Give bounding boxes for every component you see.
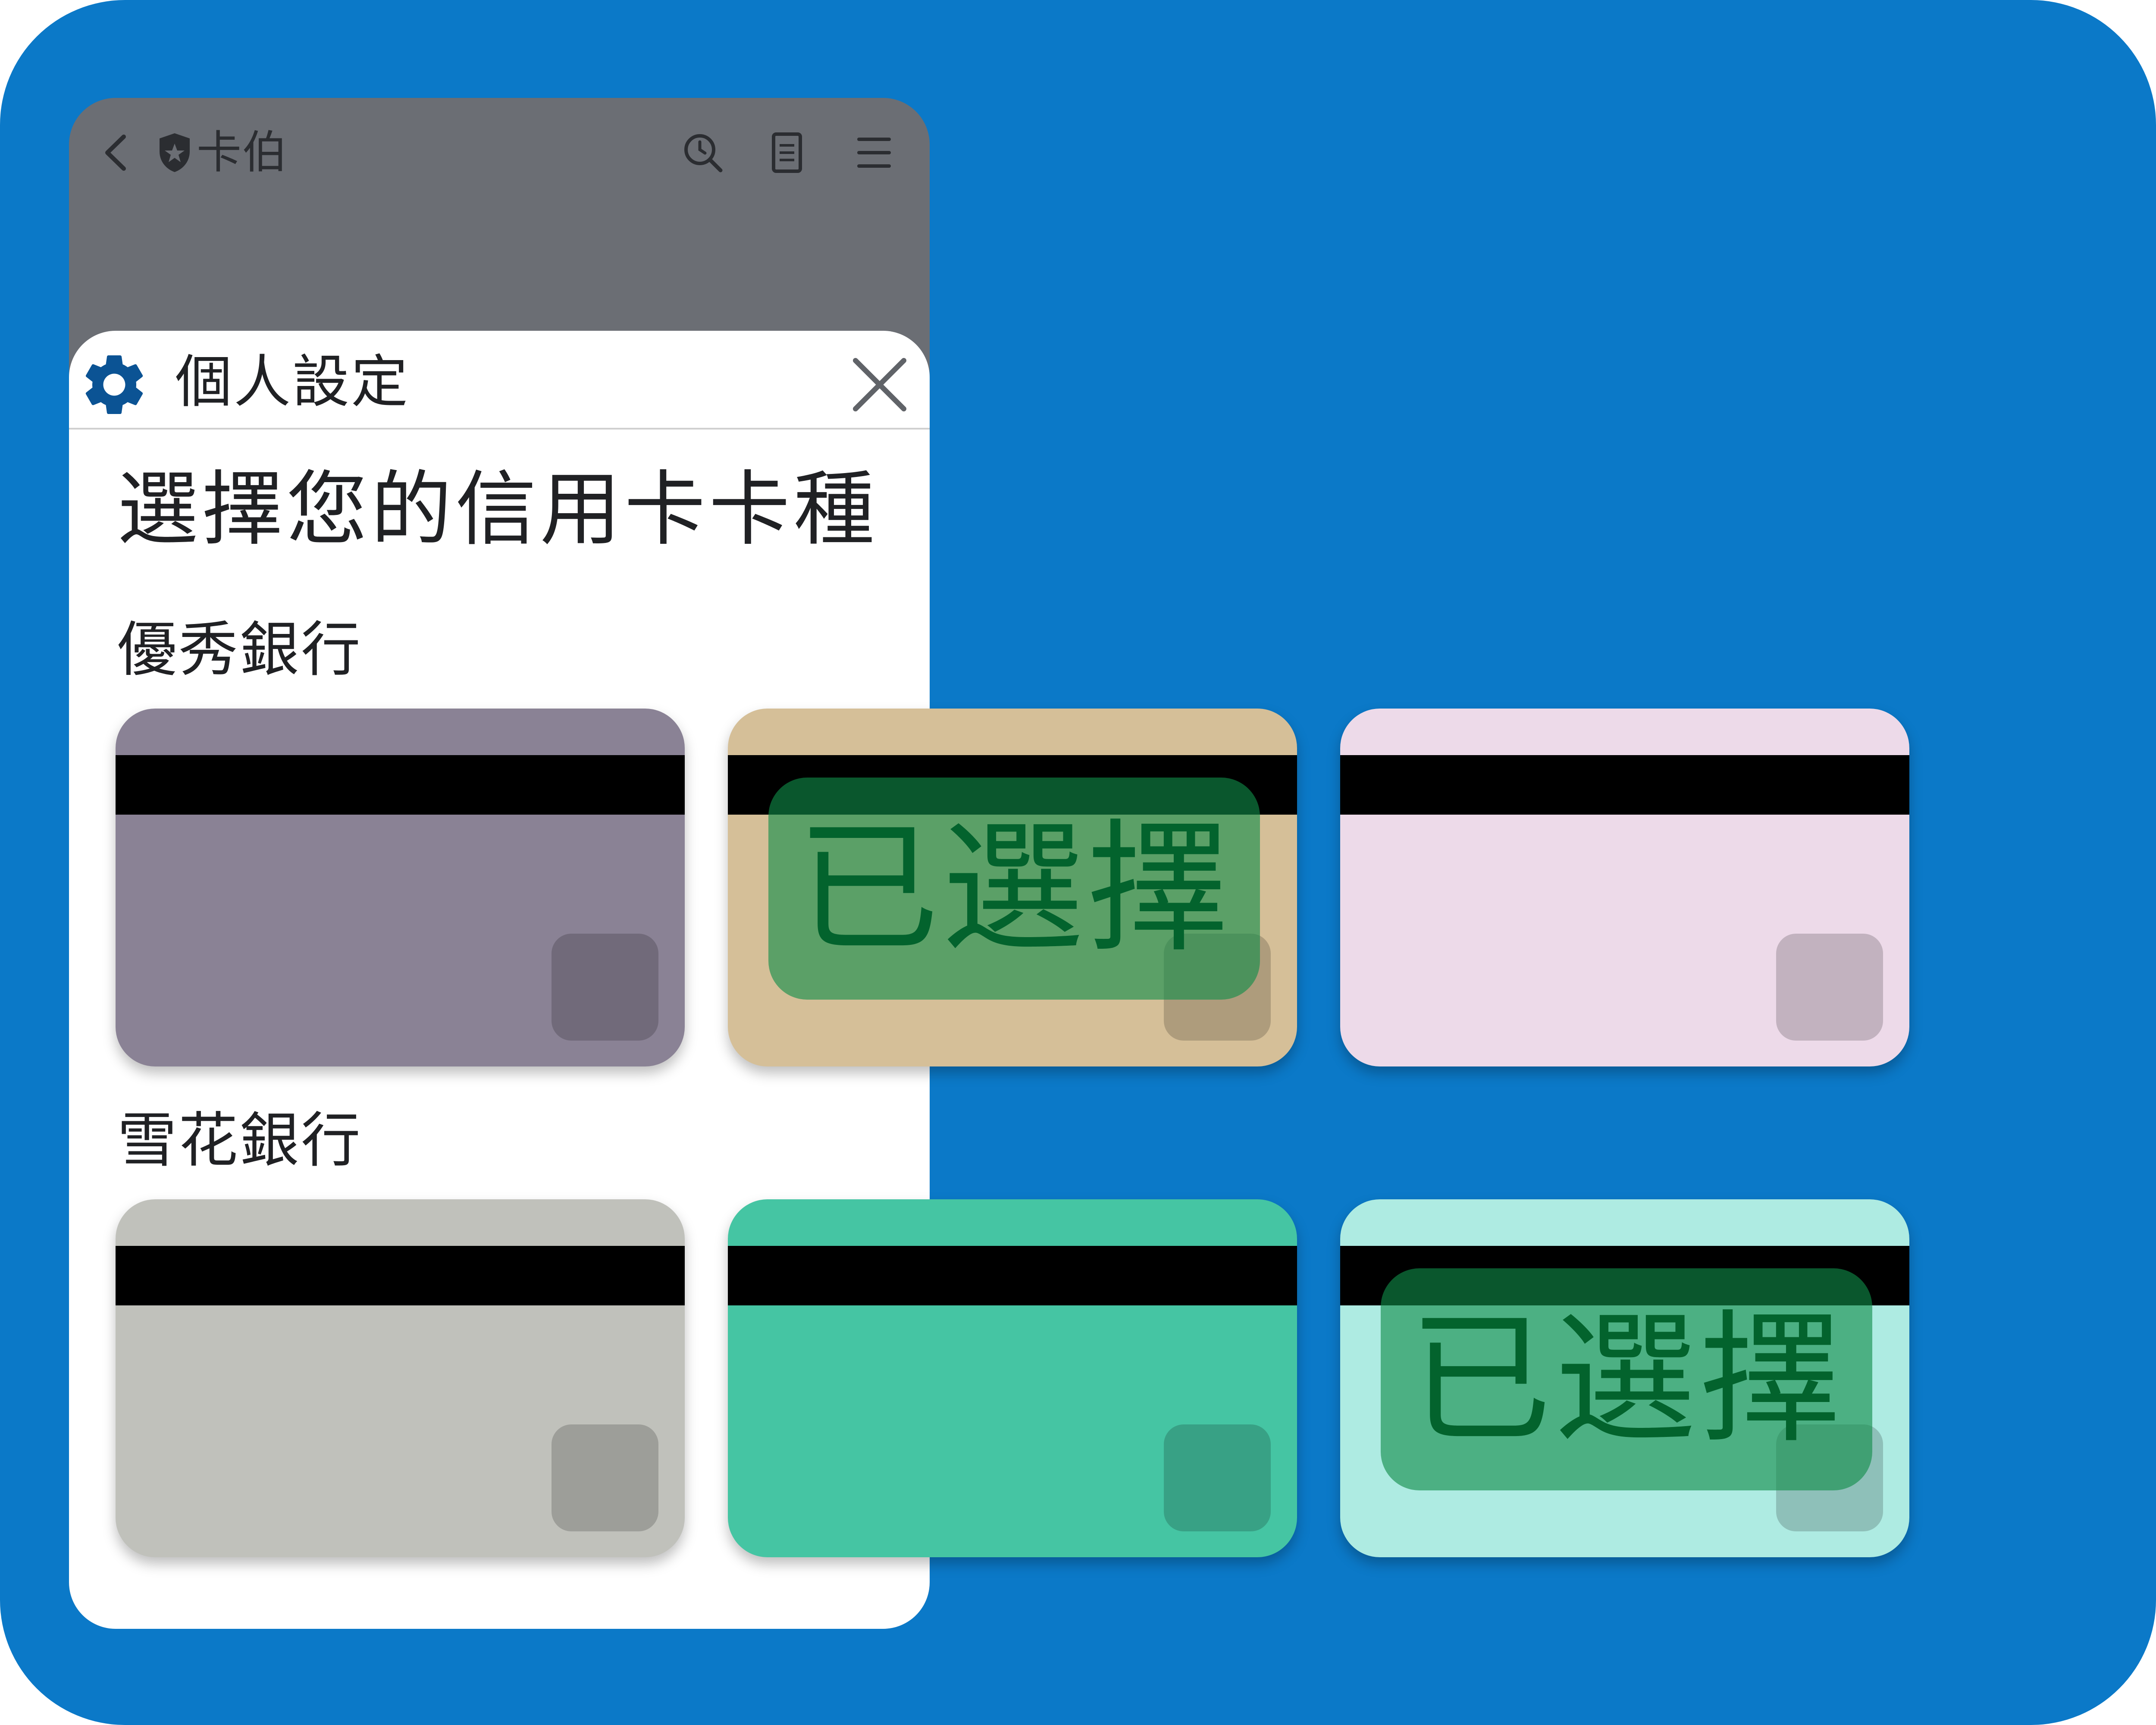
credit-card-option[interactable]: 已選擇: [1340, 1199, 1909, 1557]
card-chip: [552, 1424, 658, 1531]
app-background: 卡伯 個人設定 選擇您的信用卡卡種 優秀銀行 雪花銀行 已選擇 已選擇: [0, 0, 2156, 1725]
bank-label: 雪花銀行: [117, 1106, 363, 1175]
card-type-question: 選擇您的信用卡卡種: [117, 462, 878, 557]
sheet-header: 個人設定: [69, 331, 930, 428]
menu-icon[interactable]: [855, 129, 893, 178]
header-divider: [69, 428, 930, 430]
card-chip: [552, 934, 658, 1041]
magnetic-stripe: [1340, 755, 1909, 815]
selected-badge: 已選擇: [1381, 1268, 1872, 1490]
credit-card-option[interactable]: [728, 1199, 1297, 1557]
shield-icon[interactable]: [155, 129, 194, 178]
credit-card-option[interactable]: [116, 709, 685, 1066]
card-chip: [1164, 1424, 1271, 1531]
credit-card-option[interactable]: 已選擇: [728, 709, 1297, 1066]
card-chip: [1776, 934, 1883, 1041]
sheet-title: 個人設定: [175, 349, 410, 415]
search-icon[interactable]: [679, 129, 727, 178]
bank-label: 優秀銀行: [117, 615, 363, 684]
close-icon[interactable]: [849, 354, 910, 417]
selected-badge: 已選擇: [768, 778, 1260, 1000]
credit-card-option[interactable]: [116, 1199, 685, 1557]
magnetic-stripe: [116, 1246, 685, 1305]
browser-toolbar: 卡伯: [69, 98, 930, 206]
magnetic-stripe: [728, 1246, 1297, 1305]
back-icon[interactable]: [97, 129, 136, 178]
site-title: 卡伯: [197, 126, 288, 179]
magnetic-stripe: [116, 755, 685, 815]
reader-icon[interactable]: [768, 129, 806, 178]
credit-card-option[interactable]: [1340, 709, 1909, 1066]
gear-icon: [78, 348, 151, 423]
